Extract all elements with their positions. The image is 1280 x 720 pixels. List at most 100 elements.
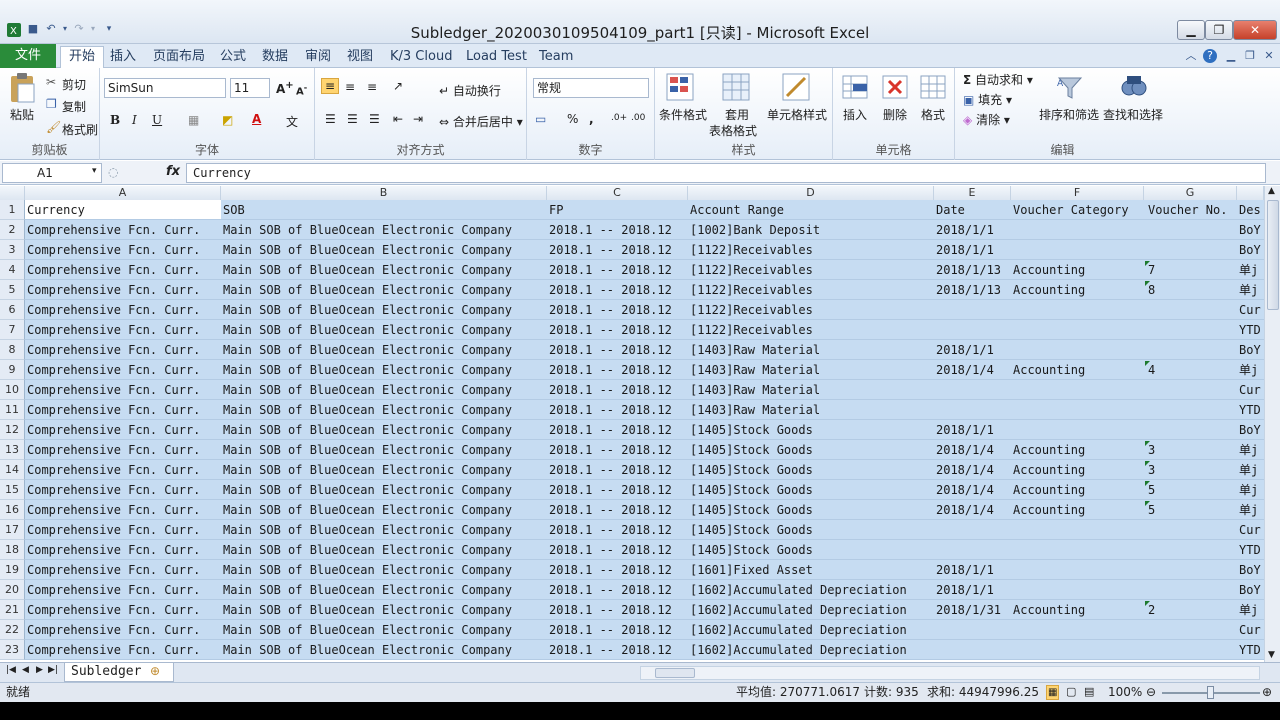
- column-header-d[interactable]: D: [688, 186, 934, 200]
- sort-filter-button[interactable]: 排序和筛选: [1039, 106, 1099, 123]
- cell-b[interactable]: Main SOB of BlueOcean Electronic Company: [221, 400, 547, 420]
- font-name-select[interactable]: SimSun: [104, 78, 226, 98]
- cell-e[interactable]: 2018/1/1: [934, 240, 1011, 260]
- cell-a[interactable]: Comprehensive Fcn. Curr.: [25, 300, 221, 320]
- cell-e[interactable]: [934, 520, 1011, 540]
- cell-g[interactable]: 4: [1144, 360, 1237, 380]
- cell-c[interactable]: 2018.1 -- 2018.12: [547, 520, 688, 540]
- cell-d[interactable]: [1403]Raw Material: [688, 340, 934, 360]
- cell-c[interactable]: FP: [547, 200, 688, 220]
- close-button[interactable]: ✕: [1233, 20, 1277, 40]
- cell-f[interactable]: [1011, 240, 1144, 260]
- workbook-close-icon[interactable]: ✕: [1262, 49, 1276, 63]
- cell-g[interactable]: 3: [1144, 460, 1237, 480]
- cell-c[interactable]: 2018.1 -- 2018.12: [547, 620, 688, 640]
- cell-d[interactable]: [1405]Stock Goods: [688, 420, 934, 440]
- minimize-ribbon-icon[interactable]: ︿: [1184, 49, 1198, 63]
- align-middle-icon[interactable]: ≡: [345, 80, 355, 94]
- cell-d[interactable]: [1403]Raw Material: [688, 380, 934, 400]
- row-header[interactable]: 14: [0, 460, 25, 480]
- number-format-select[interactable]: 常规: [533, 78, 649, 98]
- select-all-corner[interactable]: [0, 186, 25, 200]
- cell-d[interactable]: [1602]Accumulated Depreciation: [688, 640, 934, 660]
- horizontal-scrollbar[interactable]: [640, 666, 1260, 680]
- insert-cells-button[interactable]: 插入: [843, 106, 867, 123]
- cell-f[interactable]: [1011, 640, 1144, 660]
- page-break-view-icon[interactable]: ▤: [1084, 685, 1094, 698]
- row-header[interactable]: 21: [0, 600, 25, 620]
- cell-h[interactable]: Cur: [1237, 300, 1264, 320]
- cell-h[interactable]: YTD: [1237, 320, 1264, 340]
- cell-c[interactable]: 2018.1 -- 2018.12: [547, 380, 688, 400]
- cell-h[interactable]: 单j: [1237, 480, 1264, 500]
- borders-icon[interactable]: ▦: [188, 113, 199, 127]
- align-left-icon[interactable]: ☰: [325, 112, 336, 126]
- last-sheet-icon[interactable]: ▶|: [48, 665, 58, 675]
- tab-insert[interactable]: 插入: [102, 47, 144, 67]
- cell-c[interactable]: 2018.1 -- 2018.12: [547, 240, 688, 260]
- cell-e[interactable]: 2018/1/4: [934, 500, 1011, 520]
- page-layout-view-icon[interactable]: ▢: [1066, 685, 1076, 698]
- cell-b[interactable]: Main SOB of BlueOcean Electronic Company: [221, 480, 547, 500]
- cell-d[interactable]: [1122]Receivables: [688, 240, 934, 260]
- cell-b[interactable]: Main SOB of BlueOcean Electronic Company: [221, 500, 547, 520]
- increase-indent-icon[interactable]: ⇥: [413, 112, 423, 126]
- cell-g[interactable]: [1144, 240, 1237, 260]
- cell-g[interactable]: [1144, 640, 1237, 660]
- cell-f[interactable]: [1011, 300, 1144, 320]
- cell-e[interactable]: 2018/1/1: [934, 420, 1011, 440]
- cell-e[interactable]: Date: [934, 200, 1011, 220]
- cell-b[interactable]: Main SOB of BlueOcean Electronic Company: [221, 620, 547, 640]
- cell-h[interactable]: Cur: [1237, 520, 1264, 540]
- row-header[interactable]: 9: [0, 360, 25, 380]
- format-as-table-icon[interactable]: [721, 72, 751, 102]
- row-header[interactable]: 2: [0, 220, 25, 240]
- orientation-icon[interactable]: ↗: [393, 79, 403, 93]
- cell-f[interactable]: Accounting: [1011, 480, 1144, 500]
- cell-h[interactable]: BoY: [1237, 340, 1264, 360]
- cell-g[interactable]: 7: [1144, 260, 1237, 280]
- cell-b[interactable]: Main SOB of BlueOcean Electronic Company: [221, 460, 547, 480]
- column-header-e[interactable]: E: [934, 186, 1011, 200]
- row-header[interactable]: 18: [0, 540, 25, 560]
- tab-file[interactable]: 文件: [0, 44, 56, 68]
- row-header[interactable]: 19: [0, 560, 25, 580]
- cell-a[interactable]: Comprehensive Fcn. Curr.: [25, 580, 221, 600]
- cell-f[interactable]: [1011, 320, 1144, 340]
- cell-e[interactable]: [934, 640, 1011, 660]
- row-header[interactable]: 22: [0, 620, 25, 640]
- cell-b[interactable]: Main SOB of BlueOcean Electronic Company: [221, 240, 547, 260]
- cell-b[interactable]: Main SOB of BlueOcean Electronic Company: [221, 260, 547, 280]
- clear-button[interactable]: ◈ 清除 ▾: [963, 111, 1010, 128]
- merge-center-button[interactable]: ⇔ 合并后居中 ▾: [439, 113, 523, 130]
- cell-d[interactable]: [1122]Receivables: [688, 260, 934, 280]
- cell-a[interactable]: Comprehensive Fcn. Curr.: [25, 240, 221, 260]
- cell-d[interactable]: [1002]Bank Deposit: [688, 220, 934, 240]
- cell-f[interactable]: [1011, 540, 1144, 560]
- cell-f[interactable]: [1011, 220, 1144, 240]
- cell-g[interactable]: [1144, 620, 1237, 640]
- copy-button[interactable]: 复制: [62, 98, 86, 115]
- column-header-h[interactable]: [1237, 186, 1264, 200]
- paste-icon[interactable]: [8, 72, 36, 104]
- cell-f[interactable]: Accounting: [1011, 440, 1144, 460]
- cell-a[interactable]: Comprehensive Fcn. Curr.: [25, 420, 221, 440]
- cell-g[interactable]: [1144, 520, 1237, 540]
- cell-b[interactable]: Main SOB of BlueOcean Electronic Company: [221, 520, 547, 540]
- sort-filter-icon[interactable]: A: [1055, 72, 1085, 102]
- format-as-table-button-line1[interactable]: 套用: [725, 106, 749, 123]
- cell-b[interactable]: Main SOB of BlueOcean Electronic Company: [221, 440, 547, 460]
- cell-d[interactable]: [1122]Receivables: [688, 280, 934, 300]
- tab-page-layout[interactable]: 页面布局: [145, 47, 213, 67]
- row-header[interactable]: 7: [0, 320, 25, 340]
- column-header-c[interactable]: C: [547, 186, 688, 200]
- cell-a[interactable]: Comprehensive Fcn. Curr.: [25, 380, 221, 400]
- align-top-icon[interactable]: ≡: [321, 78, 340, 94]
- cell-b[interactable]: Main SOB of BlueOcean Electronic Company: [221, 640, 547, 660]
- cell-e[interactable]: 2018/1/13: [934, 280, 1011, 300]
- cell-g[interactable]: Voucher No.: [1144, 200, 1237, 220]
- increase-decimal-icon[interactable]: .0+: [611, 113, 627, 123]
- cell-b[interactable]: Main SOB of BlueOcean Electronic Company: [221, 600, 547, 620]
- cell-a[interactable]: Comprehensive Fcn. Curr.: [25, 520, 221, 540]
- cell-b[interactable]: Main SOB of BlueOcean Electronic Company: [221, 300, 547, 320]
